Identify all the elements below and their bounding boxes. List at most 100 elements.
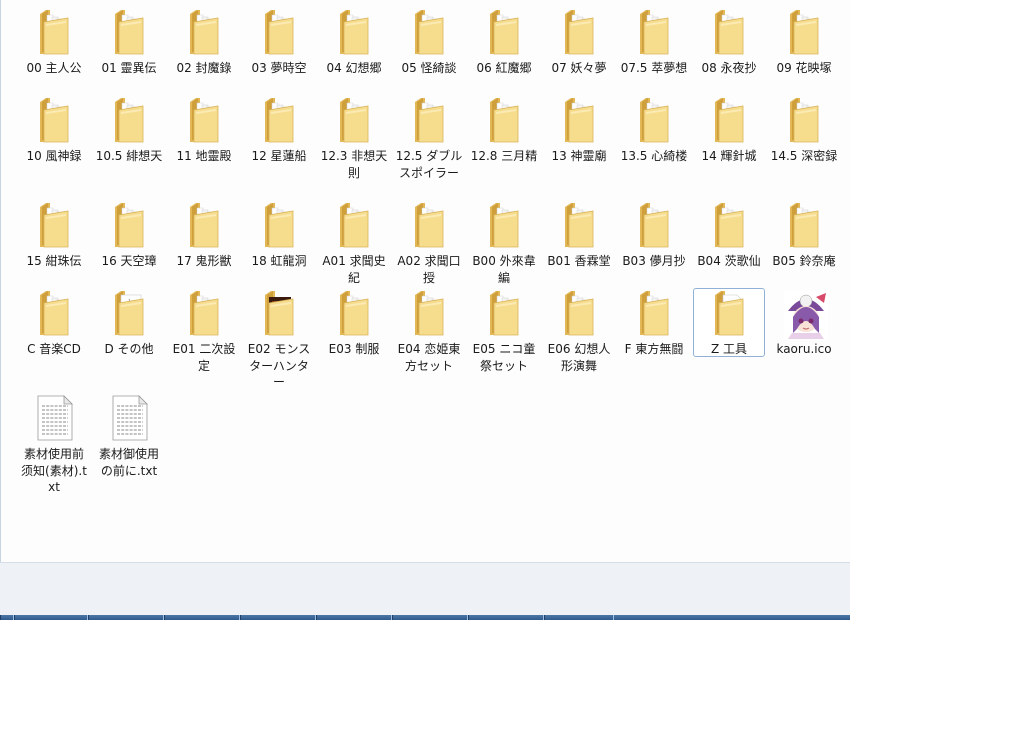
folder-item[interactable]: 01 靈異伝 <box>93 8 165 77</box>
folder-item[interactable]: F 東方無闘 <box>618 289 690 358</box>
folder-icon <box>480 289 528 337</box>
item-label: 05 怪綺談 <box>401 61 457 75</box>
taskbar-button[interactable] <box>544 615 614 620</box>
folder-icon <box>555 8 603 56</box>
item-label: 15 紺珠伝 <box>26 254 82 268</box>
taskbar-button[interactable] <box>468 615 544 620</box>
item-label: B05 鈴奈庵 <box>772 254 836 268</box>
item-label: 12.8 三月精 <box>470 149 538 163</box>
folder-item[interactable]: E05 ニコ童祭セット <box>468 289 540 374</box>
item-label: 11 地靈殿 <box>176 149 232 163</box>
folder-item[interactable]: B01 香霖堂 <box>543 201 615 270</box>
explorer-window: 00 主人公 01 靈異伝 02 封魔錄 03 夢時空 04 幻想郷 05 怪綺談 06 紅… <box>0 0 850 620</box>
folder-item[interactable]: B03 儚月抄 <box>618 201 690 270</box>
folder-icon <box>180 289 228 337</box>
folder-item[interactable]: 10 風神録 <box>18 96 90 165</box>
folder-item[interactable]: 09 花映塚 <box>768 8 840 77</box>
folder-item[interactable]: B00 外來韋編 <box>468 201 540 286</box>
folder-item[interactable]: E01 二次設定 <box>168 289 240 374</box>
taskbar-button[interactable] <box>240 615 316 620</box>
folder-item[interactable]: 04 幻想郷 <box>318 8 390 77</box>
file-list-pane[interactable]: 00 主人公 01 靈異伝 02 封魔錄 03 夢時空 04 幻想郷 05 怪綺談 06 紅… <box>0 0 850 562</box>
item-label: 07 妖々夢 <box>551 61 607 75</box>
folder-item[interactable]: 12.8 三月精 <box>468 96 540 165</box>
folder-icon <box>180 8 228 56</box>
folder-item[interactable]: A01 求聞史紀 <box>318 201 390 286</box>
folder-item[interactable]: 00 主人公 <box>18 8 90 77</box>
taskbar-button[interactable] <box>164 615 240 620</box>
folder-item[interactable]: B04 茨歌仙 <box>693 201 765 270</box>
taskbar-button[interactable] <box>14 615 88 620</box>
folder-item[interactable]: 08 永夜抄 <box>693 8 765 77</box>
folder-item[interactable]: 14 輝針城 <box>693 96 765 165</box>
item-label: B00 外來韋編 <box>472 254 536 285</box>
item-label: A01 求聞史紀 <box>322 254 386 285</box>
folder-item[interactable]: B05 鈴奈庵 <box>768 201 840 270</box>
taskbar-button[interactable] <box>88 615 164 620</box>
folder-icon <box>180 96 228 144</box>
folder-item[interactable]: C 音楽CD <box>18 289 90 358</box>
folder-item[interactable]: 15 紺珠伝 <box>18 201 90 270</box>
item-label: 08 永夜抄 <box>701 61 757 75</box>
item-label: 01 靈異伝 <box>101 61 157 75</box>
folder-icon <box>105 289 153 337</box>
folder-item[interactable]: 12.5 ダブルスポイラー <box>393 96 465 181</box>
folder-item[interactable]: D その他 <box>93 289 165 358</box>
text-file-item[interactable]: 素材使用前须知(素材).txt <box>18 394 90 496</box>
folder-item[interactable]: E06 幻想人形演舞 <box>543 289 615 374</box>
item-label: E03 制服 <box>328 342 380 356</box>
item-label: 13 神靈廟 <box>551 149 607 163</box>
item-label: D その他 <box>104 342 154 356</box>
taskbar-button[interactable] <box>0 615 14 620</box>
item-label: 18 虹龍洞 <box>251 254 307 268</box>
folder-item[interactable]: E02 モンスターハンター <box>243 289 315 391</box>
item-label: 03 夢時空 <box>251 61 307 75</box>
folder-icon <box>705 289 753 337</box>
folder-item[interactable]: 07 妖々夢 <box>543 8 615 77</box>
item-label: 12.5 ダブルスポイラー <box>395 149 463 180</box>
folder-item[interactable]: 13 神靈廟 <box>543 96 615 165</box>
folder-item[interactable]: 12.3 非想天則 <box>318 96 390 181</box>
folder-item[interactable]: 17 鬼形獣 <box>168 201 240 270</box>
item-label: E05 ニコ童祭セット <box>472 342 536 373</box>
folder-icon <box>555 289 603 337</box>
folder-icon <box>330 96 378 144</box>
folder-item[interactable]: 07.5 萃夢想 <box>618 8 690 77</box>
folder-item[interactable]: 03 夢時空 <box>243 8 315 77</box>
folder-item[interactable]: 11 地靈殿 <box>168 96 240 165</box>
folder-icon <box>405 289 453 337</box>
folder-icon <box>705 201 753 249</box>
folder-icon <box>330 201 378 249</box>
taskbar <box>0 615 850 620</box>
item-label: kaoru.ico <box>776 342 832 356</box>
folder-item[interactable]: 18 虹龍洞 <box>243 201 315 270</box>
folder-icon <box>480 8 528 56</box>
folder-item[interactable]: 10.5 緋想天 <box>93 96 165 165</box>
icon-file-item[interactable]: kaoru.ico <box>768 289 840 358</box>
folder-item[interactable]: 12 星蓮船 <box>243 96 315 165</box>
taskbar-button[interactable] <box>316 615 392 620</box>
folder-icon <box>105 96 153 144</box>
folder-icon <box>255 96 303 144</box>
item-label: A02 求聞口授 <box>397 254 461 285</box>
folder-icon <box>705 96 753 144</box>
folder-icon <box>255 289 303 337</box>
folder-item[interactable]: 06 紅魔郷 <box>468 8 540 77</box>
item-label: 00 主人公 <box>26 61 82 75</box>
folder-icon <box>30 96 78 144</box>
folder-item[interactable]: 05 怪綺談 <box>393 8 465 77</box>
folder-item[interactable]: 16 天空璋 <box>93 201 165 270</box>
folder-item[interactable]: 13.5 心綺楼 <box>618 96 690 165</box>
folder-icon <box>255 8 303 56</box>
text-file-item[interactable]: 素材御使用の前に.txt <box>93 394 165 479</box>
folder-item[interactable]: A02 求聞口授 <box>393 201 465 286</box>
folder-icon <box>780 96 828 144</box>
folder-item[interactable]: E03 制服 <box>318 289 390 358</box>
folder-item[interactable]: 02 封魔錄 <box>168 8 240 77</box>
folder-item[interactable]: Z 工具 <box>693 288 765 357</box>
taskbar-button[interactable] <box>392 615 468 620</box>
folder-item[interactable]: 14.5 深密録 <box>768 96 840 165</box>
folder-icon <box>630 289 678 337</box>
folder-item[interactable]: E04 恋姫東方セット <box>393 289 465 374</box>
item-label: E06 幻想人形演舞 <box>547 342 611 373</box>
